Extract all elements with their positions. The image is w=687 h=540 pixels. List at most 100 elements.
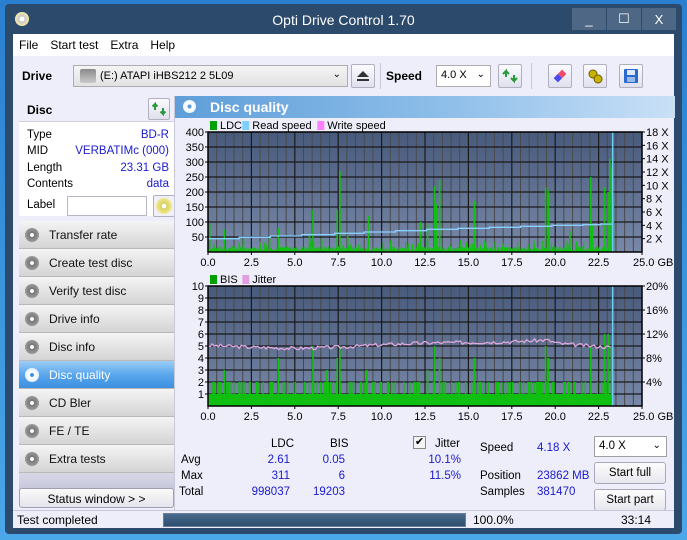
y-tick-label: 2 — [198, 377, 204, 389]
speed-select-bottom[interactable]: 4.0 X ⌄ — [594, 436, 667, 457]
nav-label: Verify test disc — [49, 283, 127, 298]
y2-tick-label: 8% — [646, 353, 662, 365]
nav-disc-quality[interactable]: Disc quality — [19, 361, 174, 389]
data-spike — [336, 358, 339, 406]
disc-label-button[interactable] — [153, 195, 175, 217]
disc-icon — [156, 198, 172, 214]
samples-label: Samples — [480, 486, 525, 498]
start-full-button[interactable]: Start full — [594, 462, 666, 484]
y2-tick-label: 20% — [646, 281, 668, 293]
toolbar-separator — [380, 63, 381, 89]
maximize-button[interactable]: ☐ — [607, 8, 641, 30]
data-spike — [569, 231, 571, 252]
samples-value: 381470 — [537, 486, 576, 498]
nav-disc-info[interactable]: Disc info — [19, 333, 174, 361]
stats-max-bis: 6 — [338, 470, 345, 482]
eject-button[interactable] — [351, 64, 375, 88]
close-button[interactable]: X — [642, 8, 676, 30]
save-button[interactable] — [619, 64, 643, 88]
chevron-down-icon: ⌄ — [476, 69, 485, 80]
data-spike — [308, 235, 311, 252]
y-tick-label: 150 — [186, 202, 204, 214]
menu-extra[interactable]: Extra — [110, 38, 138, 52]
legend-swatch — [242, 275, 250, 284]
legend-swatch — [242, 121, 250, 130]
nav-extra-tests[interactable]: Extra tests — [19, 445, 174, 473]
disc-label-input[interactable] — [67, 196, 147, 216]
data-bar — [459, 240, 462, 252]
progress-bar — [163, 513, 466, 527]
y-tick-label: 9 — [198, 293, 204, 305]
legend-label-read-speed: Read speed — [252, 120, 311, 132]
data-spike — [223, 229, 226, 252]
stats-total-bis: 19203 — [313, 486, 345, 498]
data-spike — [591, 225, 594, 252]
disc-refresh-button[interactable] — [148, 98, 170, 120]
menu-start-test[interactable]: Start test — [50, 38, 98, 52]
client-area: File Start test Extra Help Drive (E:) AT… — [13, 34, 675, 528]
disc-quality-icon — [25, 367, 39, 382]
x-tick-label: 15.0 — [458, 411, 479, 420]
data-spike — [346, 235, 349, 252]
nav-transfer-rate[interactable]: Transfer rate — [19, 221, 174, 249]
x-tick-label: 7.5 — [331, 411, 346, 420]
disc-mid-label: MID — [27, 145, 49, 157]
nav-cd-bler[interactable]: CD Bler — [19, 389, 174, 417]
refresh-icon — [152, 102, 166, 116]
bis-chart: BIS Jitter 12345678910 4% 8% 12% 16% 20% 0.0 2.5 5… — [192, 274, 674, 420]
nav-drive-info[interactable]: Drive info — [19, 305, 174, 333]
transfer-rate-icon — [25, 227, 39, 242]
nav-label: CD Bler — [49, 395, 92, 410]
data-spike — [419, 222, 422, 252]
x-tick-label: 20.0 — [544, 411, 565, 420]
legend-label-jitter: Jitter — [252, 274, 276, 286]
speed-select-value: 4.0 X — [599, 440, 626, 452]
drive-select[interactable]: (E:) ATAPI iHBS212 2 5L09 ⌄ — [73, 65, 348, 87]
menu-help[interactable]: Help — [150, 38, 175, 52]
nav-label: Transfer rate — [49, 227, 118, 242]
refresh-speed-button[interactable] — [498, 64, 522, 88]
y2-tick-label: 4 X — [646, 220, 663, 232]
stats-col-bis: BIS — [330, 438, 349, 450]
y-tick-label: 100 — [186, 217, 204, 229]
data-spike — [339, 346, 341, 406]
legend-swatch — [210, 121, 217, 130]
data-spike — [473, 358, 476, 406]
y-tick-label: 350 — [186, 142, 204, 154]
data-spike — [433, 346, 436, 406]
y2-tick-label: 6 X — [646, 207, 663, 219]
y-tick-label: 6 — [198, 329, 204, 341]
minimize-button[interactable]: _ — [572, 8, 606, 30]
y-tick-label: 3 — [198, 365, 204, 377]
data-spike — [242, 238, 245, 252]
refresh-icon — [502, 68, 518, 84]
x-tick-label: 25.0 GB — [633, 411, 673, 420]
nav-create-test-disc[interactable]: Create test disc — [19, 249, 174, 277]
y2-tick-label: 12 X — [646, 167, 669, 179]
x-tick-label: 5.0 — [287, 411, 302, 420]
status-window-button[interactable]: Status window > > — [19, 488, 174, 508]
speed-select[interactable]: 4.0 X ⌄ — [436, 65, 491, 87]
position-value: 23862 MB — [537, 470, 590, 482]
x-tick-label: 15.0 — [458, 257, 479, 268]
nav-verify-test-disc[interactable]: Verify test disc — [19, 277, 174, 305]
disc-contents-row: Contents data — [27, 178, 169, 190]
data-spike — [544, 187, 547, 252]
y2-tick-label: 16 X — [646, 140, 669, 152]
nav-label: Drive info — [49, 311, 100, 326]
y-tick-label: 300 — [186, 157, 204, 169]
stats-total-ldc: 998037 — [251, 486, 290, 498]
erase-button[interactable] — [548, 64, 572, 88]
disc-label-row: Label — [27, 195, 175, 218]
y-tick-label: 1 — [198, 389, 204, 401]
speed-label: Speed — [386, 69, 423, 83]
x-tick-label: 10.0 — [371, 411, 392, 420]
menu-file[interactable]: File — [19, 38, 38, 52]
toolbar-separator — [531, 63, 532, 89]
legend-label-write-speed: Write speed — [327, 120, 386, 132]
progress-fill — [164, 514, 465, 526]
start-part-button[interactable]: Start part — [594, 489, 666, 511]
jitter-checkbox[interactable]: ✔ — [413, 436, 426, 449]
settings-button[interactable] — [583, 64, 607, 88]
nav-fe-te[interactable]: FE / TE — [19, 417, 174, 445]
